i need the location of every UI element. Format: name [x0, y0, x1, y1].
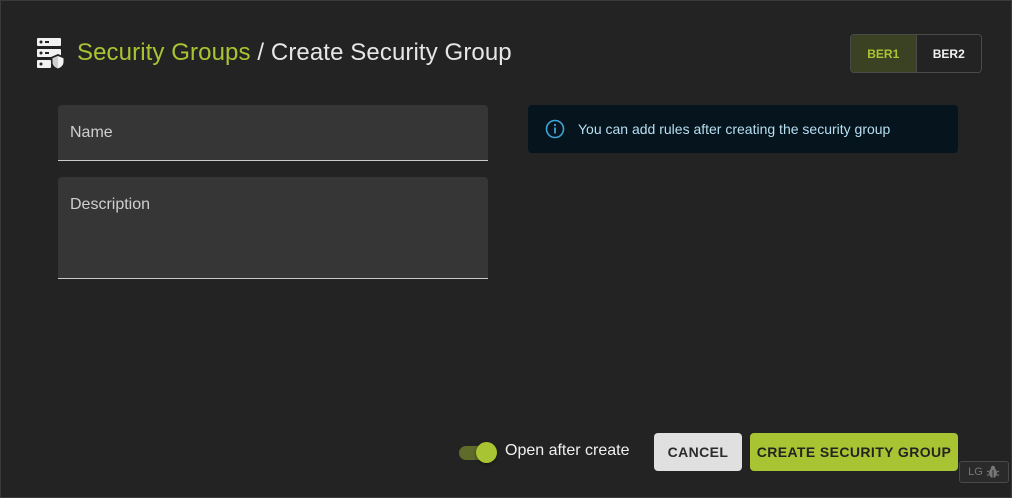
create-security-group-button[interactable]: CREATE SECURITY GROUP — [750, 433, 958, 471]
description-field-label: Description — [70, 196, 151, 213]
dialog-page: Security Groups / Create Security Group … — [0, 0, 1012, 498]
info-circle-icon — [545, 119, 565, 139]
open-after-create-label: Open after create — [505, 442, 630, 459]
bug-icon — [986, 465, 1000, 478]
name-field-label: Name — [70, 124, 113, 141]
region-toggle: BER1 BER2 — [850, 34, 982, 73]
page-title: Security Groups / Create Security Group — [77, 39, 512, 67]
info-alert-text: You can add rules after creating the sec… — [578, 121, 891, 137]
name-field[interactable]: Name — [58, 105, 488, 161]
toggle-knob — [476, 442, 497, 463]
breadcrumb-current: Create Security Group — [270, 39, 512, 66]
region-option-ber2[interactable]: BER2 — [916, 35, 981, 72]
cancel-button[interactable]: CANCEL — [654, 433, 742, 471]
server-shield-icon — [37, 38, 65, 70]
breadcrumb-separator: / — [250, 39, 271, 66]
open-after-create-toggle[interactable] — [459, 442, 497, 463]
info-alert: You can add rules after creating the sec… — [528, 105, 958, 153]
region-option-ber1[interactable]: BER1 — [851, 35, 917, 72]
debug-badge-text: LG — [968, 466, 983, 478]
breadcrumb-security-groups-link[interactable]: Security Groups — [77, 39, 251, 66]
debug-badge[interactable]: LG — [959, 461, 1009, 483]
description-field[interactable]: Description — [58, 177, 488, 279]
